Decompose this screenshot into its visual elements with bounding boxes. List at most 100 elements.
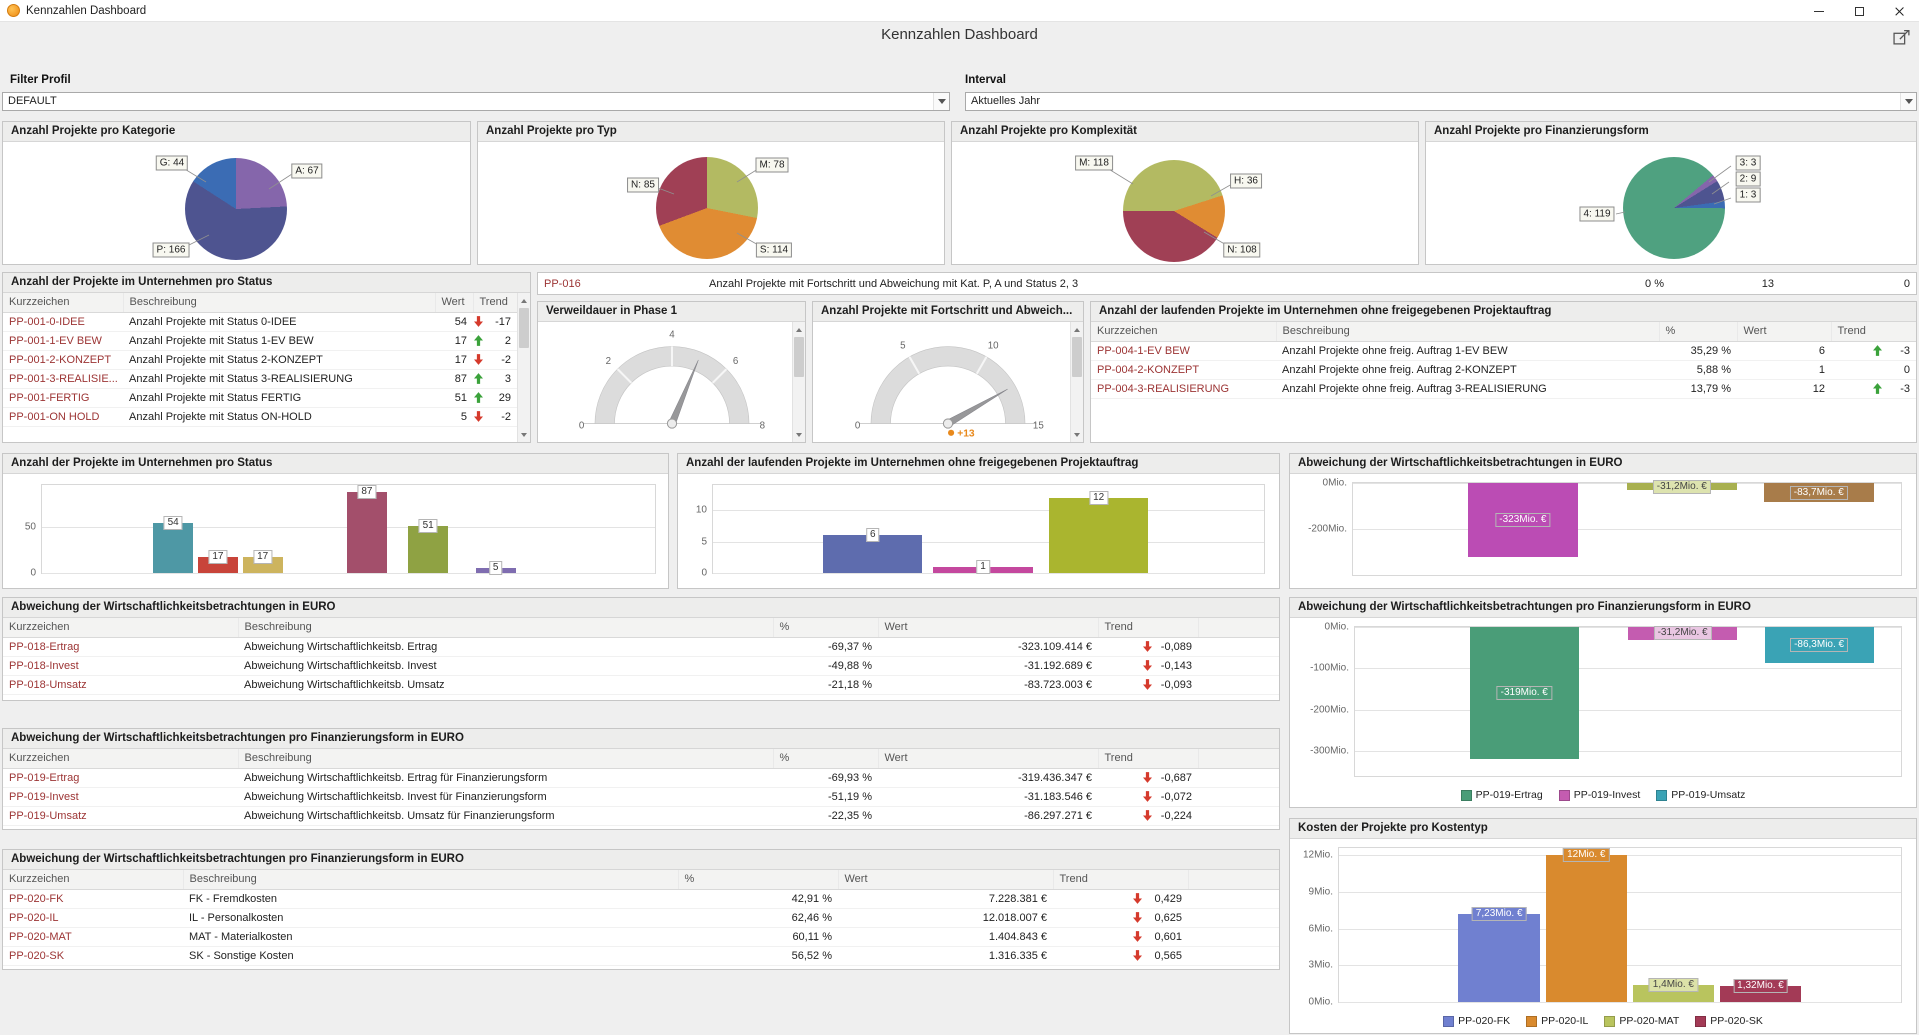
table-row[interactable]: PP-001-1-EV BEW Anzahl Projekte mit Statu… (3, 331, 517, 351)
table-row[interactable]: PP-020-IL IL - Personalkosten 62,46 % 12.01… (3, 908, 1279, 928)
trend-value: -0,143 (1160, 659, 1192, 672)
vertical-scrollbar[interactable] (792, 322, 805, 442)
scroll-thumb[interactable] (794, 337, 804, 377)
gauge-pivot (942, 418, 954, 429)
pie-slice-label: N: 85 (627, 177, 659, 193)
trend-cell: 0 (1831, 360, 1916, 380)
pie-slice-label: P: 166 (152, 242, 190, 258)
scroll-down-button[interactable] (793, 428, 805, 441)
table-row[interactable]: PP-016 Anzahl Projekte mit Fortschritt un… (538, 273, 1916, 294)
y-axis-tick-label: -300Mio. (1310, 745, 1349, 757)
column-header-kurzzeichen[interactable]: Kurzzeichen (3, 293, 124, 313)
minimize-button[interactable] (1799, 0, 1839, 22)
cell-pct: 5,88 % (1659, 360, 1737, 380)
trend-up-icon (474, 373, 483, 384)
gauge-tick-label: 2 (605, 356, 610, 367)
column-header-trend[interactable]: Trend (473, 293, 517, 313)
gauge-fortschritt: 0 5 10 15 +13 (855, 341, 1044, 440)
filter-profile-label: Filter Profil (10, 74, 71, 86)
column-header-kurzzeichen[interactable]: Kurzzeichen (3, 870, 184, 890)
trend-cell: 0,429 (1053, 889, 1188, 909)
table-row[interactable]: PP-004-1-EV BEW Anzahl Projekte ohne frei… (1091, 341, 1916, 361)
column-header-kurzzeichen[interactable]: Kurzzeichen (1091, 322, 1277, 342)
column-header-prozent[interactable]: % (773, 618, 879, 638)
filter-interval-select[interactable]: Aktuelles Jahr (965, 92, 1917, 111)
bar-value-label: -86,3Mio. € (1790, 637, 1849, 652)
column-header-prozent[interactable]: % (1659, 322, 1738, 342)
close-button[interactable] (1879, 0, 1919, 22)
panel-pie-komplexitaet: Anzahl Projekte pro Komplexität M: 118 H… (951, 121, 1419, 265)
column-header-beschreibung[interactable]: Beschreibung (183, 870, 679, 890)
table-row[interactable]: PP-018-Ertrag Abweichung Wirtschaftlichke… (3, 637, 1279, 657)
panel-pie-finanzierungsform: Anzahl Projekte pro Finanzierungsform 3:… (1425, 121, 1917, 265)
gridline (1355, 668, 1901, 670)
table-row[interactable]: PP-001-FERTIG Anzahl Projekte mit Status … (3, 388, 517, 408)
scroll-up-button[interactable] (1071, 323, 1083, 336)
trend-up-icon (474, 392, 483, 403)
column-header-trend[interactable]: Trend (1098, 618, 1199, 638)
column-header-beschreibung[interactable]: Beschreibung (238, 618, 774, 638)
bar-chart-abw-euro: 0Mio. -200Mio. -323Mio. € -31,2Mio. € -83,7M… (1308, 478, 1902, 576)
cell-beschr: Anzahl Projekte mit Status 0-IDEE (123, 312, 435, 332)
trend-value: -0,224 (1160, 809, 1192, 822)
table-row[interactable]: PP-001-ON HOLD Anzahl Projekte mit Status… (3, 407, 517, 427)
vertical-scrollbar[interactable] (517, 293, 530, 442)
column-header-trend[interactable]: Trend (1831, 322, 1916, 342)
table-row[interactable]: PP-004-2-KONZEPT Anzahl Projekte ohne fre… (1091, 360, 1916, 380)
export-icon[interactable] (1893, 29, 1911, 45)
table-row[interactable]: PP-019-Invest Abweichung Wirtschaftlichke… (3, 787, 1279, 807)
bar-chart-kosten: 0Mio. 3Mio. 6Mio. 9Mio. 12Mio. 7,23Mio. € 12Mi… (1303, 847, 1902, 1008)
table-row[interactable]: PP-019-Ertrag Abweichung Wirtschaftlichke… (3, 768, 1279, 788)
column-header-trend[interactable]: Trend (1098, 749, 1199, 769)
panel-kosten-table: Abweichung der Wirtschaftlichkeitsbetrac… (2, 849, 1280, 970)
table-row[interactable]: PP-019-Umsatz Abweichung Wirtschaftlichke… (3, 806, 1279, 826)
column-header-wert[interactable]: Wert (878, 749, 1099, 769)
cell-fill (1188, 927, 1279, 947)
dropdown-arrow-icon[interactable] (1900, 93, 1916, 110)
cell-kurz: PP-004-1-EV BEW (1091, 341, 1276, 361)
filter-profile-select[interactable]: DEFAULT (2, 92, 950, 111)
trend-up-icon (474, 335, 483, 346)
panel-title: Abweichung der Wirtschaftlichkeitsbetrac… (1290, 454, 1916, 474)
scroll-up-button[interactable] (518, 294, 530, 307)
table-row[interactable]: PP-004-3-REALISIERUNG Anzahl Projekte ohn… (1091, 379, 1916, 399)
scroll-thumb[interactable] (1072, 337, 1082, 377)
table-row[interactable]: PP-001-2-KONZEPT Anzahl Projekte mit Stat… (3, 350, 517, 370)
table-row[interactable]: PP-020-MAT MAT - Materialkosten 60,11 % 1.4… (3, 927, 1279, 947)
bar-value-label: -31,2Mio. € (1652, 479, 1711, 494)
maximize-icon (1854, 6, 1864, 16)
table-row[interactable]: PP-001-3-REALISIE... Anzahl Projekte mit … (3, 369, 517, 389)
column-header-prozent[interactable]: % (773, 749, 879, 769)
table-row[interactable]: PP-018-Umsatz Abweichung Wirtschaftlichke… (3, 675, 1279, 695)
maximize-button[interactable] (1839, 0, 1879, 22)
column-header-prozent[interactable]: % (678, 870, 839, 890)
column-header-wert[interactable]: Wert (435, 293, 474, 313)
panel-gauge-verweildauer: Verweildauer in Phase 1 0 2 4 6 8 (537, 301, 806, 443)
pie-chart-typ (656, 157, 758, 259)
panel-kosten-chart: Kosten der Projekte pro Kostentyp 0Mio. 3… (1289, 818, 1917, 1034)
gauge-tick-label: 10 (988, 341, 999, 352)
vertical-scrollbar[interactable] (1070, 322, 1083, 442)
column-header-beschreibung[interactable]: Beschreibung (123, 293, 436, 313)
scroll-down-button[interactable] (518, 428, 530, 441)
column-header-kurzzeichen[interactable]: Kurzzeichen (3, 749, 239, 769)
column-header-wert[interactable]: Wert (878, 618, 1099, 638)
column-header-kurzzeichen[interactable]: Kurzzeichen (3, 618, 239, 638)
table-row[interactable]: PP-020-FK FK - Fremdkosten 42,91 % 7.228.38… (3, 889, 1279, 909)
scroll-down-button[interactable] (1071, 428, 1083, 441)
column-header-wert[interactable]: Wert (838, 870, 1054, 890)
scroll-up-button[interactable] (793, 323, 805, 336)
column-header-beschreibung[interactable]: Beschreibung (1276, 322, 1660, 342)
column-header-wert[interactable]: Wert (1737, 322, 1832, 342)
cell-fill (1188, 889, 1279, 909)
column-header-beschreibung[interactable]: Beschreibung (238, 749, 774, 769)
cell-pct: -22,35 % (773, 806, 878, 826)
scroll-thumb[interactable] (519, 308, 529, 348)
column-header-row: Kurzzeichen Beschreibung % Wert Trend (3, 870, 1279, 890)
dropdown-arrow-icon[interactable] (933, 93, 949, 110)
bar-54 (153, 522, 194, 573)
table-row[interactable]: PP-018-Invest Abweichung Wirtschaftlichke… (3, 656, 1279, 676)
table-row[interactable]: PP-020-SK SK - Sonstige Kosten 56,52 % 1.31… (3, 946, 1279, 966)
column-header-trend[interactable]: Trend (1053, 870, 1189, 890)
table-row[interactable]: PP-001-0-IDEE Anzahl Projekte mit Status … (3, 312, 517, 332)
